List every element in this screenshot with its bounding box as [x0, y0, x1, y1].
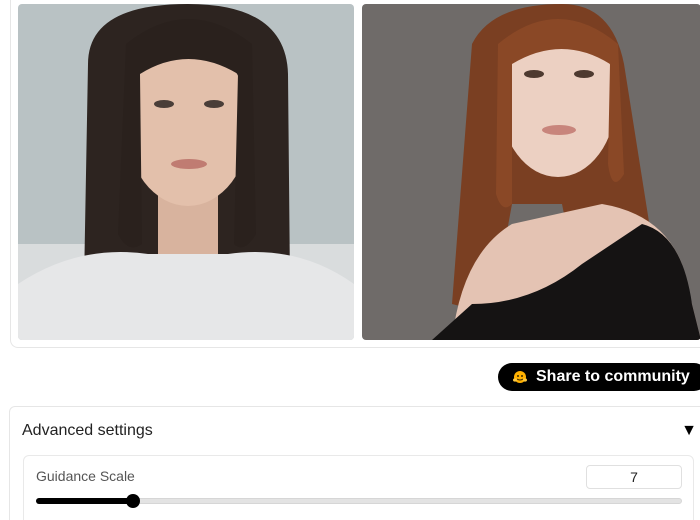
advanced-settings-toggle[interactable]: Advanced settings ▼ [10, 407, 700, 455]
portrait-dark-hair-image [18, 4, 354, 340]
advanced-settings-title: Advanced settings [22, 422, 153, 439]
caret-down-icon: ▼ [681, 422, 697, 439]
advanced-settings-panel: Advanced settings ▼ Guidance Scale 7 [9, 406, 700, 520]
slider-thumb[interactable] [125, 494, 140, 508]
guidance-scale-input[interactable]: 7 [586, 465, 682, 489]
portrait-auburn-hair-image [362, 4, 700, 340]
guidance-scale-control: Guidance Scale 7 [23, 455, 694, 520]
gallery-image-1[interactable] [18, 4, 354, 340]
image-gallery [10, 0, 700, 348]
hugging-face-icon [512, 369, 528, 385]
guidance-scale-label: Guidance Scale [36, 468, 135, 484]
share-button-label: Share to community [536, 368, 690, 385]
gallery-image-2[interactable] [362, 4, 700, 340]
page: Share to community Advanced settings ▼ G… [0, 0, 700, 520]
slider-fill [36, 498, 133, 504]
guidance-scale-slider[interactable] [36, 494, 682, 508]
share-to-community-button[interactable]: Share to community [498, 363, 700, 391]
